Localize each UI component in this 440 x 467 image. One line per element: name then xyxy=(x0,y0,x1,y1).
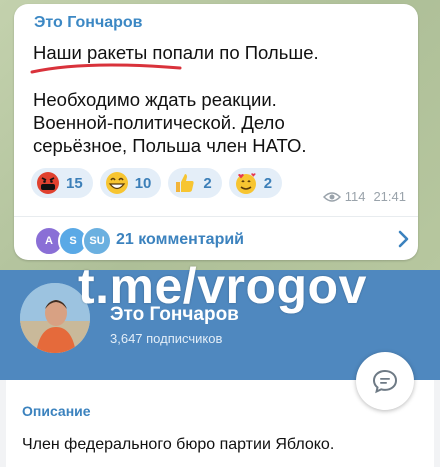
reaction-grin[interactable]: 10 xyxy=(99,168,162,198)
subscriber-count: 3,647 подписчиков xyxy=(110,331,223,346)
reaction-thumbs-up[interactable]: 2 xyxy=(168,168,222,198)
message-time: 21:41 xyxy=(373,189,406,204)
watermark: t.me/vrogov xyxy=(78,258,367,314)
chevron-right-icon xyxy=(398,230,409,248)
angry-face-icon xyxy=(37,172,59,194)
red-underline-drawing xyxy=(30,63,182,74)
view-count: 114 xyxy=(344,189,366,204)
eye-icon xyxy=(322,191,341,202)
message-fab-button[interactable] xyxy=(356,352,414,410)
divider xyxy=(14,216,418,217)
comments-label: 21 комментарий xyxy=(116,231,245,248)
sender-name[interactable]: Это Гончаров xyxy=(34,14,143,32)
smiling-hearts-face-icon xyxy=(235,173,256,194)
commenter-avatars: A S SU xyxy=(34,226,112,256)
chat-bubble-icon xyxy=(372,369,398,394)
description-label: Описание xyxy=(22,403,91,419)
avatar: SU xyxy=(82,226,112,256)
reaction-angry[interactable]: 15 xyxy=(31,168,93,198)
reaction-count: 2 xyxy=(263,174,273,192)
reaction-count: 10 xyxy=(134,174,152,192)
comments-button[interactable]: A S SU 21 комментарий xyxy=(34,224,410,256)
reaction-hearts[interactable]: 2 xyxy=(228,168,283,198)
message-meta: 114 21:41 xyxy=(322,189,406,204)
message-body: Необходимо ждать реакции. Военной-полити… xyxy=(33,89,307,156)
grin-face-icon xyxy=(105,172,128,194)
thumbs-up-icon xyxy=(176,174,194,192)
reaction-count: 2 xyxy=(203,174,212,192)
reactions-bar: 15 10 2 2 xyxy=(31,168,283,198)
reaction-count: 15 xyxy=(66,174,83,192)
message-line-1: Наши ракеты попали по Польше. xyxy=(33,42,319,63)
description-text[interactable]: Член федерального бюро партии Яблоко. xyxy=(22,436,334,454)
message-bubble[interactable]: Это Гончаров Наши ракеты попали по Польш… xyxy=(14,4,418,260)
